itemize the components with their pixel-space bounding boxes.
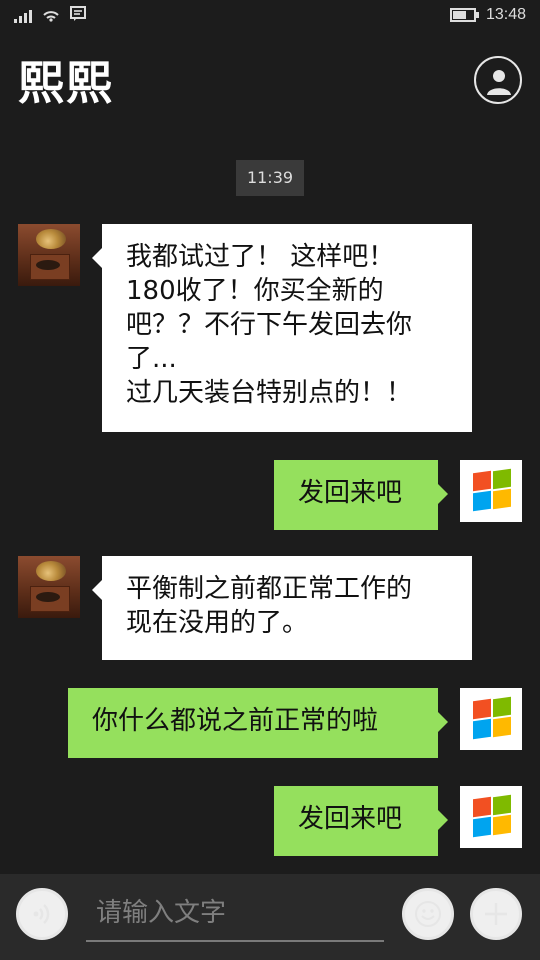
status-right: 13:48 (449, 6, 526, 24)
message-text: 发回来吧 (298, 804, 403, 834)
message-icon (70, 6, 86, 26)
battery-icon (449, 8, 479, 22)
windows-logo-avatar (460, 460, 522, 522)
voice-button[interactable] (16, 888, 68, 940)
status-time: 13:48 (485, 6, 526, 23)
message-bubble-outgoing[interactable]: 发回来吧 (274, 460, 448, 530)
contact-avatar[interactable] (18, 556, 80, 618)
chat-timestamp: 11:39 (236, 160, 304, 196)
message-text: 你什么都说之前正常的啦 (92, 706, 379, 736)
message-input[interactable] (86, 886, 384, 942)
message-text: 发回来吧 (298, 478, 403, 508)
chat-header: 熙熙 (18, 48, 522, 118)
self-avatar[interactable] (460, 688, 522, 750)
add-button[interactable] (470, 888, 522, 940)
plus-icon (485, 903, 507, 925)
windows-logo-avatar (460, 688, 522, 750)
message-bubble-incoming[interactable]: 平衡制之前都正常工作的 现在没用的了。 (92, 556, 472, 660)
gramophone-avatar (18, 556, 80, 618)
chat-title: 熙熙 (18, 56, 114, 110)
self-avatar[interactable] (460, 460, 522, 522)
status-bar: 13:48 (0, 0, 540, 32)
message-text: 我都试过了！ 这样吧！ 180收了！你买全新的 吧？？不行下午发回去你 了...… (126, 242, 413, 408)
message-bubble-incoming[interactable]: 我都试过了！ 这样吧！ 180收了！你买全新的 吧？？不行下午发回去你 了...… (92, 224, 472, 432)
windows-logo-avatar (460, 786, 522, 848)
message-bubble-outgoing[interactable]: 发回来吧 (274, 786, 448, 856)
emoji-icon (415, 901, 441, 927)
signal-bars-icon (14, 9, 32, 23)
message-text: 平衡制之前都正常工作的 现在没用的了。 (126, 574, 413, 638)
status-icons (14, 6, 86, 26)
person-icon (487, 70, 511, 95)
wifi-icon (42, 6, 60, 26)
contact-avatar[interactable] (18, 224, 80, 286)
voice-icon (33, 904, 50, 924)
gramophone-avatar (18, 224, 80, 286)
message-bubble-outgoing[interactable]: 你什么都说之前正常的啦 (68, 688, 448, 758)
input-bar (0, 874, 540, 960)
self-avatar[interactable] (460, 786, 522, 848)
emoji-button[interactable] (402, 888, 454, 940)
profile-button[interactable] (474, 56, 522, 104)
